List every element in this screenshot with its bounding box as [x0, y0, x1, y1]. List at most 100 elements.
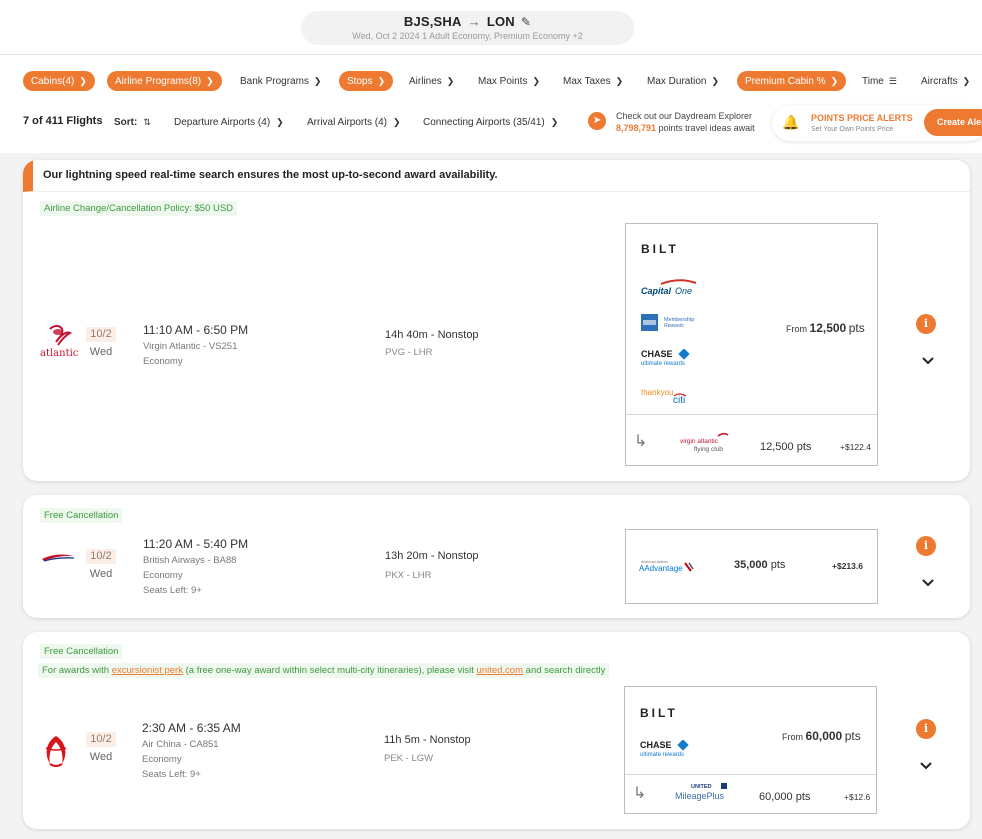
sort-label: Sort:: [114, 117, 138, 128]
compass-icon[interactable]: ➤: [588, 112, 606, 130]
filter-connecting-airports[interactable]: Connecting Airports (35/41) ❯: [419, 112, 562, 132]
svg-text:AAdvantage: AAdvantage: [639, 564, 683, 573]
route-origin: BJS,SHA: [403, 14, 462, 29]
filter-max-duration[interactable]: Max Duration ❯: [639, 71, 727, 91]
flight-number: Virgin Atlantic - VS251: [143, 341, 238, 352]
from-points: 12,500: [809, 321, 847, 335]
from-price: From 60,000 pts: [782, 729, 861, 743]
filter-bar: Cabins(4) ❯ Airline Programs(8) ❯ Bank Pro…: [0, 55, 982, 153]
united-link[interactable]: united.com: [477, 665, 523, 676]
alerts-title: POINTS PRICE ALERTS: [811, 113, 913, 123]
chevron-down-icon[interactable]: [921, 354, 935, 368]
logo-text: atlantic: [40, 348, 79, 359]
excursionist-perk-link[interactable]: excursionist perk: [112, 665, 183, 676]
filter-airlines[interactable]: Airlines ❯: [401, 71, 462, 91]
chevron-down-icon: ❯: [550, 117, 559, 127]
duration: 13h 20m - Nonstop: [385, 550, 479, 562]
alerts-subtitle: Set Your Own Points Price: [811, 126, 894, 133]
weekday: Wed: [89, 751, 113, 763]
bilt-logo: BILT: [640, 706, 678, 720]
chevron-down-icon: ❯: [206, 76, 214, 86]
seats-left: Seats Left: 9+: [142, 769, 201, 780]
cabin: Economy: [143, 356, 183, 367]
transfer-row[interactable]: ↳ UNITED MileagePlus 60,000 pts +$12.6: [625, 774, 876, 815]
filter-bank-programs[interactable]: Bank Programs ❯: [232, 71, 329, 91]
filter-premium-cabin[interactable]: Premium Cabin % ❯: [737, 71, 847, 91]
filter-departure-airports[interactable]: Departure Airports (4) ❯: [170, 112, 288, 132]
capital-one-logo: Capital One: [641, 279, 701, 302]
route-destination: LON: [486, 14, 515, 29]
flight-date: 10/2 Wed: [86, 549, 116, 580]
filter-airline-programs[interactable]: Airline Programs(8) ❯: [107, 71, 222, 91]
excursionist-note: For awards with excursionist perk (a fre…: [38, 663, 610, 678]
chase-ultimate-rewards-logo: CHASE ultimate rewards: [640, 739, 700, 763]
flight-details: Virgin Atlantic - VS251 Economy: [143, 339, 237, 369]
filter-label: Airlines: [409, 76, 442, 87]
policy-tag: Free Cancellation: [40, 644, 123, 659]
virgin-flying-club-logo: virgin atlantic flying club: [680, 432, 730, 461]
svg-text:ultimate rewards: ultimate rewards: [641, 361, 685, 367]
chevron-down-icon[interactable]: [921, 576, 935, 590]
points: 35,000 pts: [734, 559, 785, 571]
british-airways-logo: [40, 550, 76, 564]
amex-membership-rewards-logo: Membership Rewards: [641, 314, 701, 337]
transfer-row[interactable]: ↳ virgin atlantic flying club 12,500 pts …: [626, 414, 877, 467]
date-value: 10/2: [86, 327, 116, 342]
chevron-down-icon: ❯: [446, 76, 455, 86]
bell-icon: 🔔: [782, 114, 800, 130]
points-box[interactable]: BILT Capital One Membership Rewards CHASE u…: [625, 223, 878, 466]
chevron-down-icon: ❯: [377, 76, 386, 86]
airports: PVG - LHR: [385, 347, 433, 358]
points-box[interactable]: American Airlines AAdvantage 35,000 pts +…: [625, 529, 878, 604]
filter-max-points[interactable]: Max Points ❯: [470, 71, 548, 91]
filter-label: Aircrafts: [921, 76, 958, 87]
pencil-icon[interactable]: ✎: [521, 15, 531, 29]
sort-button[interactable]: Sort: ⇅: [110, 112, 155, 132]
daydream-promo[interactable]: Check out our Daydream Explorer 8,798,79…: [616, 110, 755, 134]
taxes: +$122.4: [840, 442, 871, 452]
filter-max-taxes[interactable]: Max Taxes ❯: [555, 71, 631, 91]
filter-stops[interactable]: Stops ❯: [339, 71, 394, 91]
flight-card: Free Cancellation 10/2 Wed 11:20 AM - 5:…: [23, 495, 970, 618]
info-icon[interactable]: i: [916, 314, 936, 334]
filter-label: Max Taxes: [563, 76, 611, 87]
weekday: Wed: [89, 346, 113, 358]
air-china-logo: [40, 734, 72, 770]
svg-text:MileagePlus: MileagePlus: [675, 791, 725, 801]
info-icon[interactable]: i: [916, 536, 936, 556]
create-alert-button[interactable]: Create Alert: [924, 109, 982, 136]
route: BJS,SHA → LON ✎: [301, 14, 634, 29]
menu-lines-icon: ☰: [888, 76, 897, 86]
filter-arrival-airports[interactable]: Arrival Airports (4) ❯: [303, 112, 405, 132]
points-box[interactable]: BILT CHASE ultimate rewards From 60,000 p…: [624, 686, 877, 814]
svg-text:flying club: flying club: [694, 446, 723, 453]
search-summary[interactable]: BJS,SHA → LON ✎ Wed, Oct 2 2024 1 Adult Eco…: [301, 11, 634, 45]
policy-tag: Airline Change/Cancellation Policy: $50 …: [40, 201, 238, 216]
united-mileageplus-logo: UNITED MileagePlus: [675, 782, 735, 809]
info-icon[interactable]: i: [916, 719, 936, 739]
duration: 11h 5m - Nonstop: [384, 734, 471, 746]
flight-card: Our lightning speed real-time search ens…: [23, 160, 970, 481]
flight-card: Free Cancellation For awards with excurs…: [23, 632, 970, 829]
filter-aircrafts[interactable]: Aircrafts ❯: [913, 71, 978, 91]
transfer-arrow-icon: ↳: [633, 785, 647, 802]
flight-number: British Airways - BA88: [143, 555, 237, 566]
chevron-down-icon[interactable]: [919, 759, 933, 773]
chevron-down-icon: ❯: [276, 117, 284, 127]
weekday: Wed: [89, 568, 113, 580]
cabin: Economy: [142, 754, 182, 765]
pts-unit: pts: [848, 321, 865, 335]
search-details: Wed, Oct 2 2024 1 Adult Economy, Premium…: [352, 31, 583, 41]
arrow-right-icon: →: [467, 14, 481, 29]
svg-text:citi: citi: [673, 395, 685, 405]
chevron-down-icon: ❯: [393, 117, 401, 127]
filter-time[interactable]: Time ☰: [854, 71, 905, 91]
from-label: From: [782, 732, 803, 742]
chevron-down-icon: ❯: [711, 76, 720, 86]
note-suffix: and search directly: [523, 665, 606, 676]
filter-label: Time: [862, 76, 884, 87]
filter-cabins[interactable]: Cabins(4) ❯: [23, 71, 95, 91]
flight-times: 2:30 AM - 6:35 AM: [142, 721, 241, 735]
filter-label: Bank Programs: [240, 76, 309, 87]
airports: PKX - LHR: [385, 570, 432, 581]
